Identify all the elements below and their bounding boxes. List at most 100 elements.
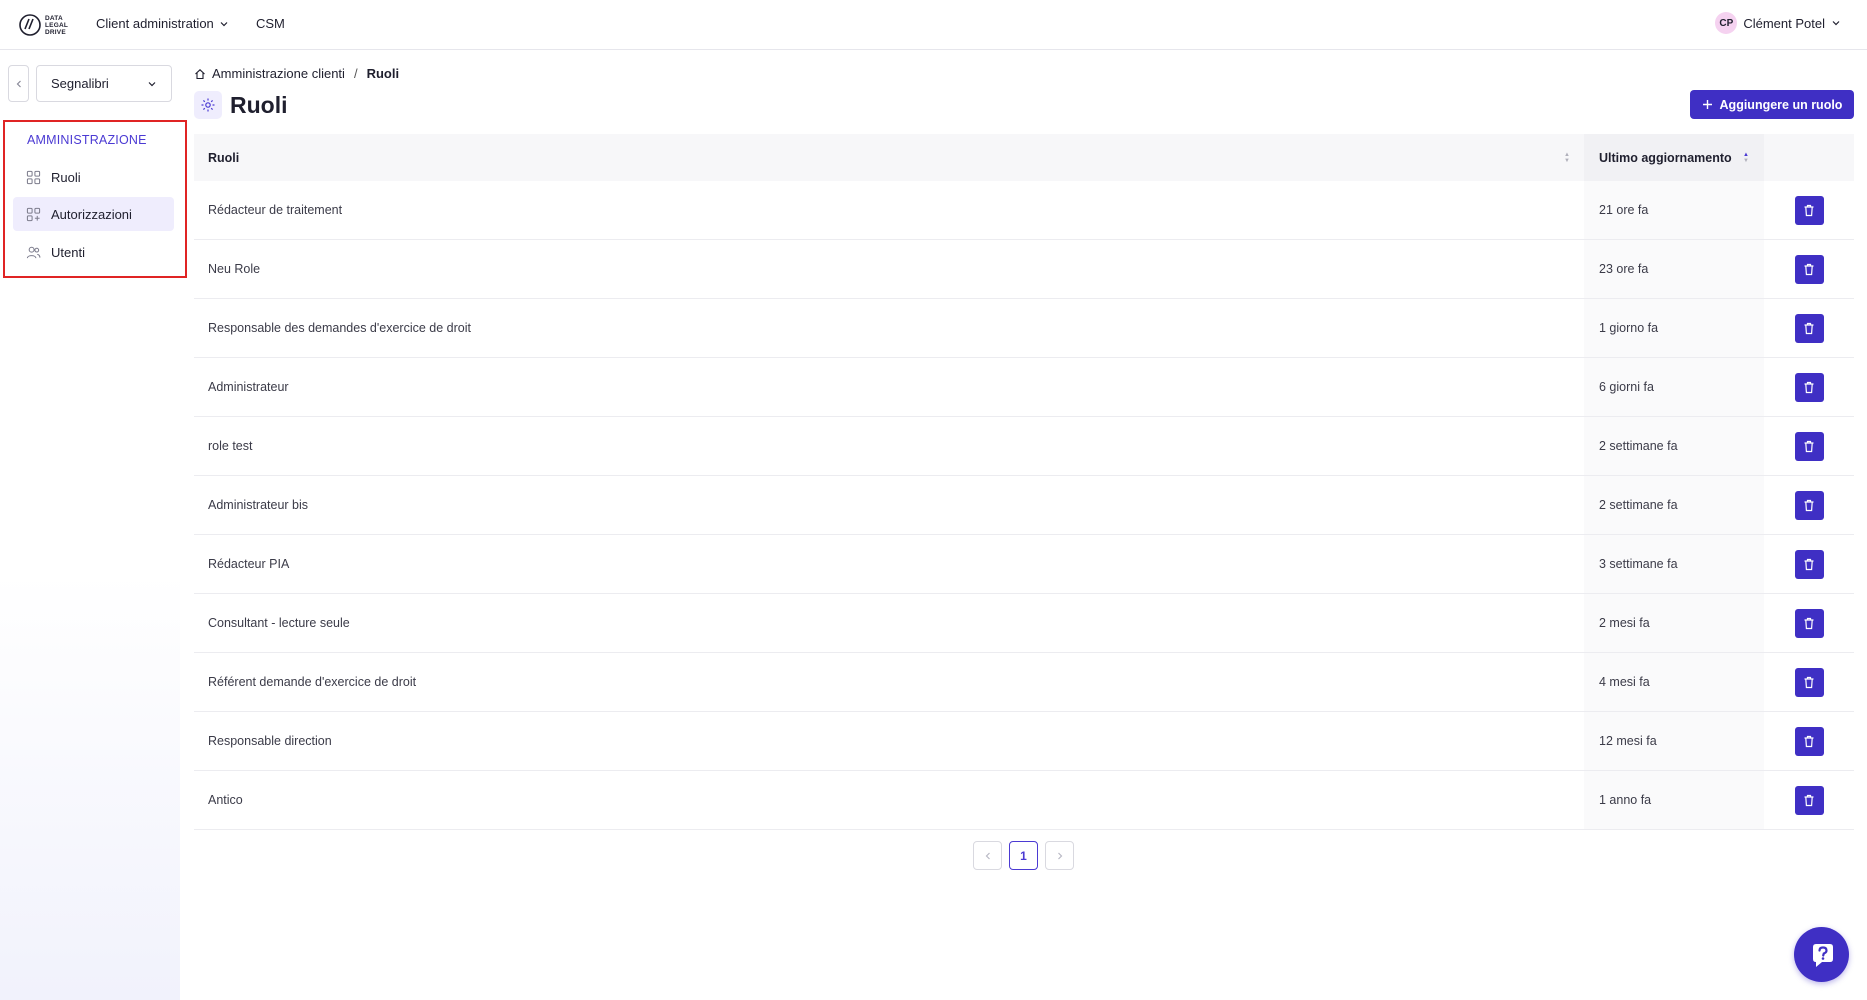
grid-plus-icon	[26, 207, 41, 221]
role-name: Consultant - lecture seule	[208, 616, 350, 630]
actions-cell	[1764, 372, 1854, 402]
bookmarks-label: Segnalibri	[51, 76, 109, 91]
help-chat-button[interactable]	[1794, 927, 1849, 982]
csm-menu[interactable]: CSM	[256, 16, 285, 31]
sidebar-item-autorizzazioni[interactable]: Autorizzazioni	[13, 197, 174, 231]
logo-line-1: DATA	[45, 14, 63, 22]
chevron-down-icon	[1832, 21, 1840, 26]
table-row[interactable]: Administrateur 6 giorni fa	[194, 358, 1854, 417]
administration-section: AMMINISTRAZIONE Ruoli Autorizzazioni Ute…	[3, 120, 187, 278]
breadcrumb: Amministrazione clienti / Ruoli	[194, 66, 399, 81]
page-title: Ruoli	[230, 91, 288, 118]
column-header-last-updated[interactable]: Ultimo aggiornamento ▲ ▼	[1584, 134, 1764, 181]
trash-icon	[1804, 794, 1814, 806]
table-row[interactable]: Responsable direction 12 mesi fa	[194, 712, 1854, 771]
table-header: Ruoli ▲ ▼ Ultimo aggiornamento ▲ ▼	[194, 134, 1854, 181]
table-row[interactable]: Antico 1 anno fa	[194, 771, 1854, 830]
role-name: Administrateur bis	[208, 498, 309, 512]
sidebar-item-ruoli[interactable]: Ruoli	[13, 160, 174, 194]
pagination: 1	[973, 841, 1074, 870]
chevron-left-icon	[16, 80, 21, 87]
actions-cell	[1764, 254, 1854, 284]
delete-button[interactable]	[1794, 549, 1824, 579]
delete-button[interactable]	[1794, 490, 1824, 520]
last-updated: 4 mesi fa	[1584, 653, 1764, 711]
breadcrumb-root-link[interactable]: Amministrazione clienti	[212, 66, 345, 81]
trash-icon	[1804, 676, 1814, 688]
last-updated: 2 mesi fa	[1584, 594, 1764, 652]
trash-icon	[1804, 263, 1814, 275]
last-updated: 23 ore fa	[1584, 240, 1764, 298]
role-name: Responsable des demandes d'exercice de d…	[208, 321, 471, 335]
logo[interactable]: DATA LEGAL DRIVE	[18, 10, 74, 40]
trash-icon	[1804, 735, 1814, 747]
role-name: Rédacteur de traitement	[208, 203, 343, 217]
delete-button[interactable]	[1794, 372, 1824, 402]
actions-cell	[1764, 490, 1854, 520]
table-row[interactable]: Neu Role 23 ore fa	[194, 240, 1854, 299]
collapse-sidebar-button[interactable]	[8, 65, 29, 102]
sidebar-item-utenti[interactable]: Utenti	[13, 235, 174, 269]
page-header: Ruoli	[194, 91, 288, 119]
sidebar: Segnalibri AMMINISTRAZIONE Ruoli Autoriz…	[0, 51, 187, 1000]
logo-text: DATA LEGAL DRIVE	[45, 15, 68, 36]
user-menu[interactable]: CP Clément Potel	[1715, 12, 1841, 34]
breadcrumb-current: Ruoli	[366, 66, 400, 81]
last-updated: 3 settimane fa	[1584, 535, 1764, 593]
role-name: role test	[208, 439, 253, 453]
administration-section-title: AMMINISTRAZIONE	[27, 133, 147, 147]
table-row[interactable]: Rédacteur PIA 3 settimane fa	[194, 535, 1854, 594]
table-row[interactable]: Consultant - lecture seule 2 mesi fa	[194, 594, 1854, 653]
actions-cell	[1764, 313, 1854, 343]
table-row[interactable]: Responsable des demandes d'exercice de d…	[194, 299, 1854, 358]
column-header-actions	[1764, 134, 1854, 181]
actions-cell	[1764, 195, 1854, 225]
roles-table: Ruoli ▲ ▼ Ultimo aggiornamento ▲ ▼ Rédacte…	[194, 134, 1854, 830]
trash-icon	[1804, 558, 1814, 570]
trash-icon	[1804, 499, 1814, 511]
column-header-roles[interactable]: Ruoli ▲ ▼	[194, 134, 1584, 181]
table-row[interactable]: Administrateur bis 2 settimane fa	[194, 476, 1854, 535]
delete-button[interactable]	[1794, 726, 1824, 756]
table-body: Rédacteur de traitement 21 ore fa Neu Ro…	[194, 181, 1854, 830]
delete-button[interactable]	[1794, 195, 1824, 225]
table-row[interactable]: role test 2 settimane fa	[194, 417, 1854, 476]
add-role-button[interactable]: Aggiungere un ruolo	[1690, 90, 1854, 119]
delete-button[interactable]	[1794, 667, 1824, 697]
help-chat-icon	[1812, 943, 1833, 967]
trash-icon	[1804, 440, 1814, 452]
next-page-button[interactable]	[1045, 841, 1074, 870]
role-name: Antico	[208, 793, 243, 807]
bookmarks-dropdown[interactable]: Segnalibri	[36, 65, 172, 102]
role-name: Administrateur	[208, 380, 289, 394]
last-updated: 6 giorni fa	[1584, 358, 1764, 416]
table-row[interactable]: Rédacteur de traitement 21 ore fa	[194, 181, 1854, 240]
role-name: Responsable direction	[208, 734, 332, 748]
page-button-current[interactable]: 1	[1009, 841, 1038, 870]
delete-button[interactable]	[1794, 608, 1824, 638]
actions-cell	[1764, 785, 1854, 815]
client-administration-menu[interactable]: Client administration	[96, 16, 229, 31]
delete-button[interactable]	[1794, 313, 1824, 343]
last-updated: 2 settimane fa	[1584, 476, 1764, 534]
user-name: Clément Potel	[1743, 15, 1825, 31]
actions-cell	[1764, 667, 1854, 697]
delete-button[interactable]	[1794, 254, 1824, 284]
add-role-label: Aggiungere un ruolo	[1719, 97, 1843, 112]
table-row[interactable]: Référent demande d'exercice de droit 4 m…	[194, 653, 1854, 712]
last-updated: 1 anno fa	[1584, 771, 1764, 829]
trash-icon	[1804, 617, 1814, 629]
actions-cell	[1764, 726, 1854, 756]
delete-button[interactable]	[1794, 431, 1824, 461]
avatar: CP	[1715, 12, 1738, 34]
last-updated: 1 giorno fa	[1584, 299, 1764, 357]
last-updated: 12 mesi fa	[1584, 712, 1764, 770]
trash-icon	[1804, 381, 1814, 393]
role-name: Neu Role	[208, 262, 261, 276]
previous-page-button[interactable]	[973, 841, 1002, 870]
chevron-right-icon	[1057, 852, 1062, 859]
trash-icon	[1804, 204, 1814, 216]
gear-icon	[194, 91, 222, 119]
delete-button[interactable]	[1794, 785, 1824, 815]
breadcrumb-separator: /	[353, 66, 358, 81]
